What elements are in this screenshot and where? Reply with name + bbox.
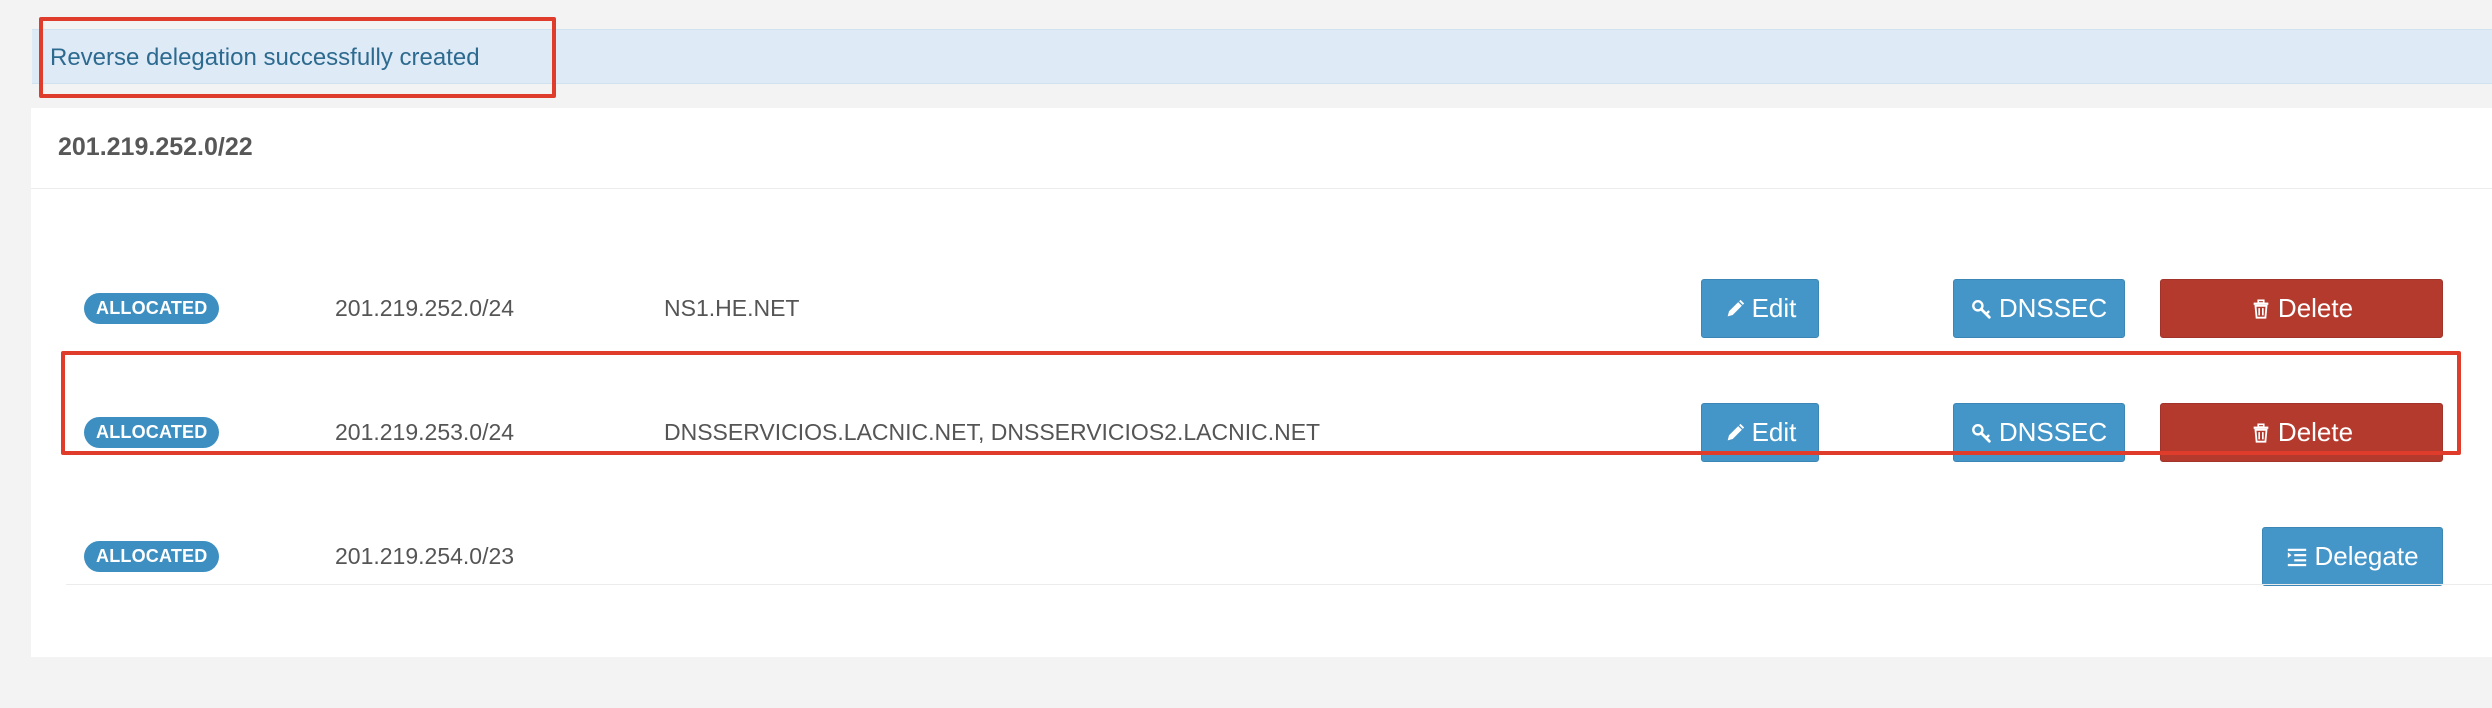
key-icon	[1971, 298, 1993, 320]
edit-button[interactable]: Edit	[1701, 403, 1819, 462]
success-alert: Reverse delegation successfully created	[32, 29, 2492, 84]
alert-message: Reverse delegation successfully created	[50, 44, 480, 71]
delegate-button-label: Delegate	[2314, 541, 2419, 571]
page: Reverse delegation successfully created …	[0, 0, 2492, 708]
edit-button-label: Edit	[1751, 417, 1797, 447]
status-badge: ALLOCATED	[84, 417, 220, 448]
delegate-button[interactable]: Delegate	[2262, 527, 2443, 586]
delete-button-label: Delete	[2277, 293, 2354, 323]
trash-icon	[2250, 298, 2272, 320]
row-nameservers: DNSSERVICIOS.LACNIC.NET, DNSSERVICIOS2.L…	[664, 419, 1321, 445]
pencil-icon	[1724, 422, 1746, 444]
dnssec-button-label: DNSSEC	[1998, 293, 2108, 323]
row-prefix: 201.219.254.0/23	[335, 543, 515, 569]
row-nameservers: NS1.HE.NET	[664, 295, 800, 321]
panel-header-divider	[31, 188, 2492, 189]
dnssec-button[interactable]: DNSSEC	[1953, 403, 2125, 462]
key-icon	[1971, 422, 1993, 444]
indent-list-icon	[2286, 546, 2308, 568]
delete-button[interactable]: Delete	[2160, 403, 2443, 462]
dnssec-button[interactable]: DNSSEC	[1953, 279, 2125, 338]
panel-title: 201.219.252.0/22	[58, 133, 253, 161]
table-bottom-divider	[66, 584, 2492, 585]
pencil-icon	[1724, 298, 1746, 320]
row-prefix: 201.219.253.0/24	[335, 419, 515, 445]
edit-button-label: Edit	[1751, 293, 1797, 323]
table-row: ALLOCATED 201.219.254.0/23 Delegate	[31, 494, 2492, 618]
status-badge: ALLOCATED	[84, 541, 220, 572]
edit-button[interactable]: Edit	[1701, 279, 1819, 338]
status-badge: ALLOCATED	[84, 293, 220, 324]
table-row: ALLOCATED 201.219.253.0/24 DNSSERVICIOS.…	[31, 370, 2492, 494]
delete-button[interactable]: Delete	[2160, 279, 2443, 338]
delete-button-label: Delete	[2277, 417, 2354, 447]
table-row: ALLOCATED 201.219.252.0/24 NS1.HE.NET Ed…	[31, 246, 2492, 370]
trash-icon	[2250, 422, 2272, 444]
row-prefix: 201.219.252.0/24	[335, 295, 515, 321]
delegation-panel: 201.219.252.0/22 ALLOCATED 201.219.252.0…	[31, 108, 2492, 657]
dnssec-button-label: DNSSEC	[1998, 417, 2108, 447]
